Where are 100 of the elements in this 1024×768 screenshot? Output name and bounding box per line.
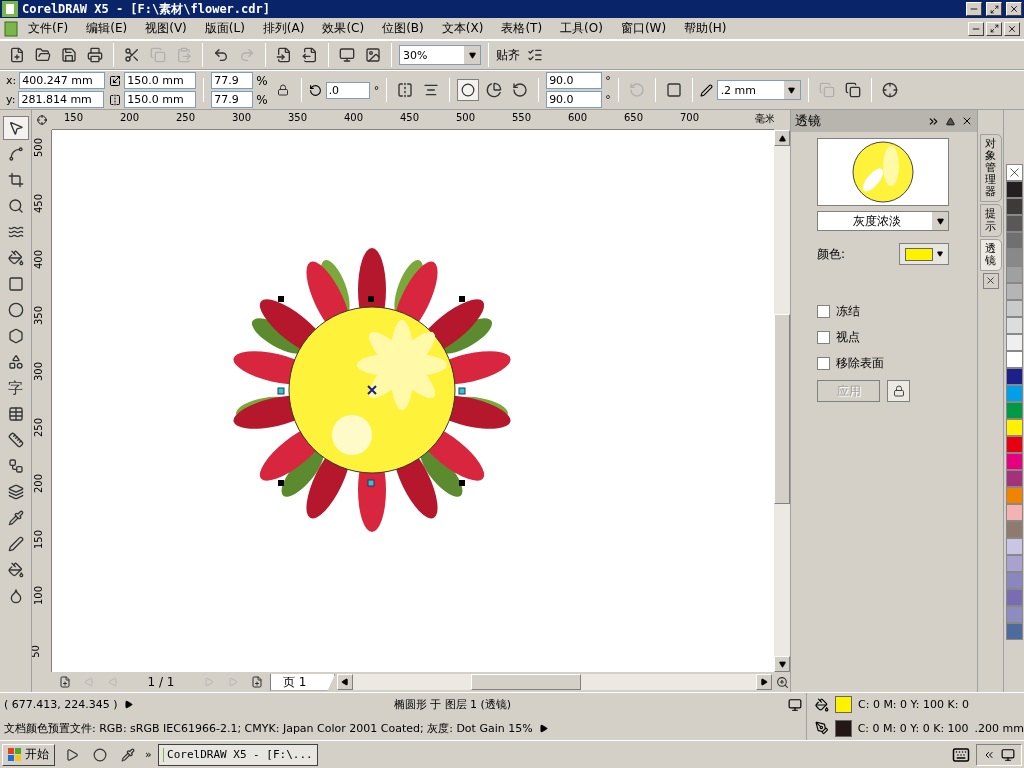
close-icon[interactable] bbox=[982, 272, 999, 289]
menu-item[interactable]: 文本(X) bbox=[433, 20, 492, 37]
minimize-icon[interactable] bbox=[968, 21, 984, 36]
color-swatch[interactable] bbox=[1005, 589, 1023, 606]
node-handle[interactable] bbox=[458, 387, 466, 395]
checkbox[interactable] bbox=[817, 357, 830, 370]
restore-icon[interactable] bbox=[986, 2, 1002, 16]
y-position-field[interactable]: 281.814 mm bbox=[18, 91, 105, 108]
color-swatch[interactable] bbox=[1005, 300, 1023, 317]
color-swatch[interactable] bbox=[1005, 572, 1023, 589]
color-swatch[interactable] bbox=[1005, 470, 1023, 487]
color-swatch[interactable] bbox=[1005, 351, 1023, 368]
text-tool[interactable]: 字 bbox=[2, 376, 29, 400]
color-swatch[interactable] bbox=[1005, 266, 1023, 283]
expand-arrow-icon[interactable] bbox=[538, 723, 548, 733]
taskbar-task[interactable]: CorelDRAW X5 - [F:\... bbox=[157, 743, 318, 766]
color-swatch[interactable] bbox=[1005, 436, 1023, 453]
color-swatch[interactable] bbox=[1005, 368, 1023, 385]
fill-bucket-icon bbox=[815, 697, 829, 712]
menu-item[interactable]: 排列(A) bbox=[254, 20, 313, 37]
selection-handle[interactable] bbox=[368, 296, 374, 302]
height-field[interactable]: 150.0 mm bbox=[124, 91, 197, 108]
scroll-up-icon[interactable] bbox=[774, 130, 790, 146]
menu-item[interactable]: 效果(C) bbox=[314, 20, 373, 37]
option-label: 移除表面 bbox=[836, 355, 884, 372]
pointer-icon[interactable] bbox=[2, 116, 29, 140]
scroll-thumb[interactable] bbox=[774, 314, 790, 504]
scale-x-field[interactable]: 77.9 bbox=[211, 72, 254, 89]
selection-handle[interactable] bbox=[459, 480, 465, 486]
scroll-left-icon[interactable] bbox=[337, 674, 354, 690]
color-swatch[interactable] bbox=[1005, 198, 1023, 215]
object-info: 椭圆形 于 图层 1 (透镜) bbox=[393, 697, 512, 713]
menu-item[interactable]: 文件(F) bbox=[20, 20, 77, 37]
color-swatch[interactable] bbox=[1005, 215, 1023, 232]
scroll-right-icon[interactable] bbox=[756, 674, 772, 690]
app-logo-icon bbox=[2, 1, 18, 17]
page-tab[interactable]: 页 1 bbox=[270, 673, 336, 691]
keyboard-icon[interactable] bbox=[952, 745, 970, 764]
docker-tab[interactable]: 提示 bbox=[979, 204, 1002, 237]
snap-to-menu[interactable]: 贴齐 bbox=[496, 46, 520, 64]
height-icon bbox=[109, 93, 122, 106]
menu-item[interactable]: 表格(T) bbox=[493, 20, 551, 37]
color-swatch[interactable] bbox=[1005, 334, 1023, 351]
color-swatch[interactable] bbox=[1005, 555, 1023, 572]
scale-y-field[interactable]: 77.9 bbox=[211, 91, 254, 108]
start-angle-field[interactable]: 90.0 bbox=[546, 72, 603, 89]
scroll-thumb[interactable] bbox=[471, 674, 582, 690]
color-swatch[interactable] bbox=[1005, 538, 1023, 555]
zoom-level-dropdown[interactable]: 30% bbox=[399, 45, 481, 65]
selection-handle[interactable] bbox=[278, 296, 284, 302]
checkbox[interactable] bbox=[817, 305, 830, 318]
selection-handle[interactable] bbox=[459, 296, 465, 302]
width-field[interactable]: 150.0 mm bbox=[124, 72, 197, 89]
more-launchers[interactable]: » bbox=[145, 748, 152, 761]
menu-item[interactable]: 位图(B) bbox=[374, 20, 432, 37]
restore-icon[interactable] bbox=[986, 21, 1002, 36]
color-swatch[interactable] bbox=[1005, 249, 1023, 266]
color-swatch[interactable] bbox=[1005, 181, 1023, 198]
ruler-origin-icon[interactable] bbox=[37, 115, 47, 125]
node-handle[interactable] bbox=[367, 479, 375, 487]
color-swatch[interactable] bbox=[1005, 385, 1023, 402]
start-button[interactable]: 开始 bbox=[2, 743, 55, 766]
color-swatch[interactable] bbox=[1005, 623, 1023, 640]
color-swatch[interactable] bbox=[1005, 487, 1023, 504]
lens-type-dropdown[interactable]: 灰度浓淡 bbox=[817, 211, 949, 231]
rotation-angle-field[interactable]: .0 bbox=[325, 81, 370, 99]
menu-item[interactable]: 视图(V) bbox=[137, 20, 195, 37]
collapse-icon[interactable] bbox=[946, 116, 955, 126]
network-icon[interactable] bbox=[1001, 747, 1015, 762]
docker-tab[interactable]: 对象管理器 bbox=[979, 134, 1002, 203]
color-swatch[interactable] bbox=[1005, 283, 1023, 300]
selection-handle[interactable] bbox=[278, 480, 284, 486]
menu-item[interactable]: 工具(O) bbox=[552, 20, 611, 37]
color-swatch[interactable] bbox=[1005, 317, 1023, 334]
color-swatch[interactable] bbox=[1005, 232, 1023, 249]
minimize-icon[interactable] bbox=[966, 2, 982, 16]
lock-icon[interactable] bbox=[887, 380, 910, 402]
docker-tab[interactable]: 透镜 bbox=[979, 238, 1002, 271]
color-swatch[interactable] bbox=[1005, 419, 1023, 436]
monitor-icon[interactable] bbox=[788, 697, 802, 712]
menu-item[interactable]: 窗口(W) bbox=[612, 20, 675, 37]
color-picker[interactable] bbox=[899, 243, 949, 265]
menu-item[interactable]: 编辑(E) bbox=[78, 20, 136, 37]
color-swatch[interactable] bbox=[1005, 504, 1023, 521]
color-swatch[interactable] bbox=[1005, 606, 1023, 623]
no-color-swatch[interactable] bbox=[1005, 164, 1023, 181]
scroll-down-icon[interactable] bbox=[774, 656, 790, 672]
checkbox[interactable] bbox=[817, 331, 830, 344]
menu-item[interactable]: 版面(L) bbox=[196, 20, 253, 37]
x-position-field[interactable]: 400.247 mm bbox=[19, 72, 106, 89]
outline-width-dropdown[interactable]: .2 mm bbox=[716, 80, 801, 100]
outline-color-info: C: 0 M: 0 Y: 0 K: 100 bbox=[857, 721, 969, 735]
node-handle[interactable] bbox=[277, 387, 285, 395]
end-angle-field[interactable]: 90.0 bbox=[546, 91, 603, 108]
expand-arrow-icon[interactable] bbox=[123, 700, 133, 710]
color-swatch[interactable] bbox=[1005, 453, 1023, 470]
color-swatch[interactable] bbox=[1005, 521, 1023, 538]
menu-item[interactable]: 帮助(H) bbox=[676, 20, 735, 37]
close-icon[interactable] bbox=[961, 115, 973, 127]
color-swatch[interactable] bbox=[1005, 402, 1023, 419]
